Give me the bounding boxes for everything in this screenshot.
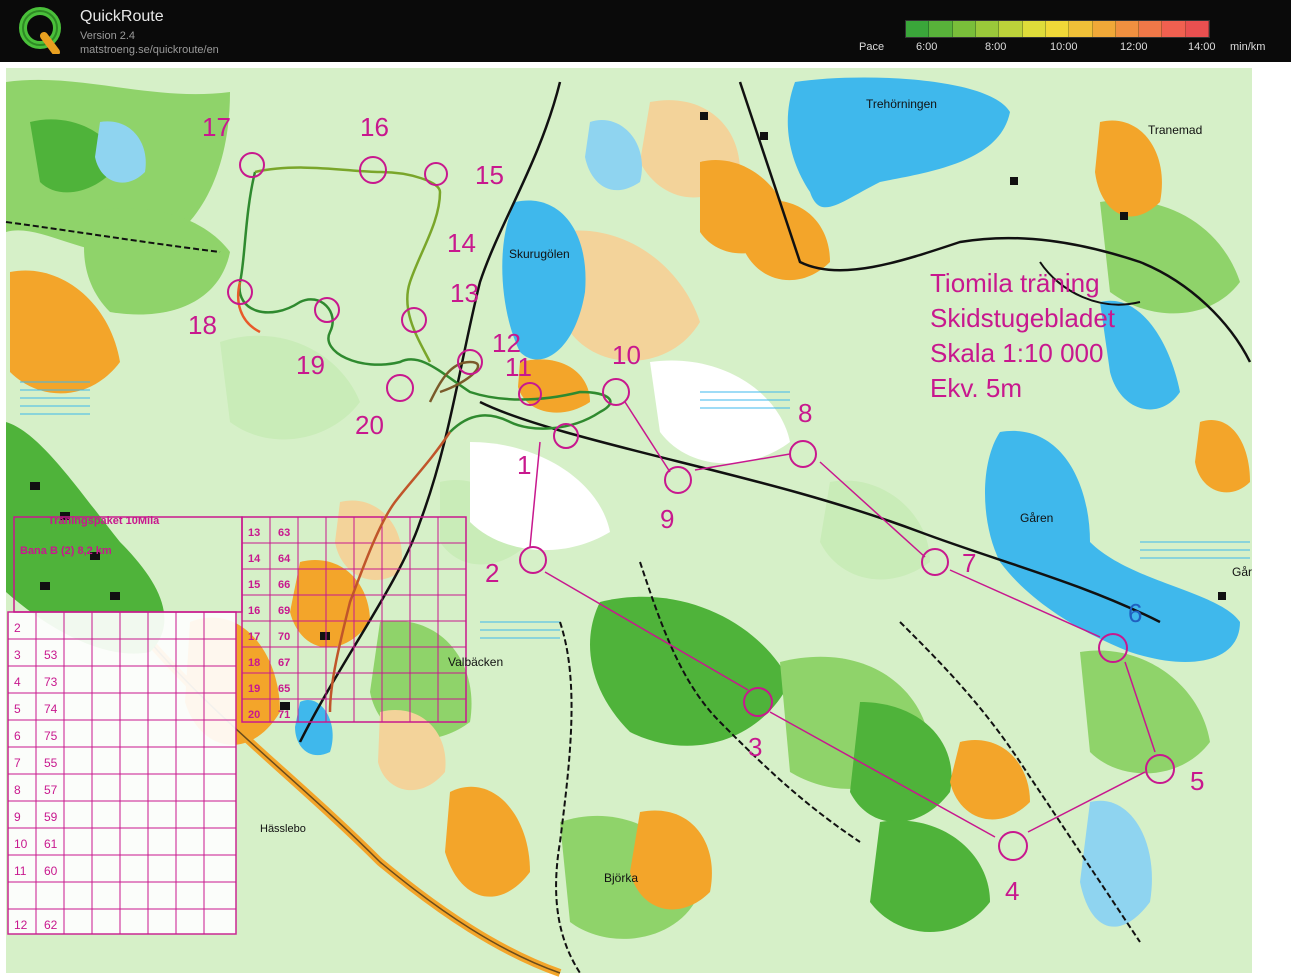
description-row-number: 17 <box>248 631 260 643</box>
control-number: 14 <box>447 228 476 258</box>
description-row-code: 55 <box>44 756 58 770</box>
description-row-number: 10 <box>14 837 28 851</box>
description-row-code: 75 <box>44 729 58 743</box>
description-row-code: 73 <box>44 675 58 689</box>
place-name: Tranemad <box>1148 123 1202 137</box>
pace-tick: 14:00 <box>1188 41 1216 53</box>
description-row-number: 19 <box>248 683 260 695</box>
description-row-number: 8 <box>14 783 21 797</box>
description-row-number: 2 <box>14 621 21 635</box>
pace-label: Pace <box>859 41 885 53</box>
description-row-code: 62 <box>44 918 58 932</box>
control-number: 8 <box>798 398 812 428</box>
control-number: 2 <box>485 558 499 588</box>
place-name: Trehörningen <box>866 97 937 111</box>
control-number: 20 <box>355 410 384 440</box>
description-row-number: 3 <box>14 648 21 662</box>
pace-color-swatch <box>975 21 1000 37</box>
quickroute-logo-icon <box>19 7 61 54</box>
description-row-number: 13 <box>248 527 260 539</box>
description-row-number: 15 <box>248 579 260 591</box>
map-title-line: Tiomila träning <box>930 268 1100 298</box>
description-row-number: 5 <box>14 702 21 716</box>
description-row-code: 57 <box>44 783 58 797</box>
description-row-number: 14 <box>248 553 261 565</box>
pace-color-swatch <box>999 21 1023 37</box>
description-row-code: 63 <box>278 527 290 539</box>
pace-color-swatch <box>1092 21 1116 37</box>
pace-color-swatch <box>1162 21 1186 37</box>
description-row-code: 71 <box>278 709 290 721</box>
app-title: QuickRoute <box>80 8 164 25</box>
control-number: 17 <box>202 112 231 142</box>
pace-color-swatch <box>1115 21 1140 37</box>
pace-color-swatch <box>1185 21 1210 37</box>
description-row-number: 18 <box>248 657 260 669</box>
place-name: Valbäcken <box>448 655 503 669</box>
control-number: 1 <box>517 450 531 480</box>
pace-tick: 12:00 <box>1120 41 1148 53</box>
description-row-number: 4 <box>14 675 21 689</box>
pace-color-swatch <box>1069 21 1093 37</box>
description-row-code: 74 <box>44 702 58 716</box>
description-row-code: 61 <box>44 837 58 851</box>
place-name: Björka <box>604 871 638 885</box>
control-number: 10 <box>612 340 641 370</box>
map-title-line: Skala 1:10 000 <box>930 338 1103 368</box>
control-number: 7 <box>962 548 976 578</box>
description-row-code: 69 <box>278 605 290 617</box>
pace-color-swatch <box>929 21 953 37</box>
pace-color-swatch <box>952 21 976 37</box>
pace-color-swatch <box>1139 21 1163 37</box>
description-row-code: 67 <box>278 657 290 669</box>
control-number: 13 <box>450 278 479 308</box>
place-name: Hässlebo <box>260 823 306 835</box>
pace-tick: 10:00 <box>1050 41 1078 53</box>
control-number: 16 <box>360 112 389 142</box>
description-row-number: 11 <box>14 864 27 878</box>
description-row-code: 65 <box>278 683 290 695</box>
description-row-code: 59 <box>44 810 58 824</box>
map-title-line: Skidstugebladet <box>930 303 1116 333</box>
description-row-number: 20 <box>248 709 260 721</box>
control-number: 18 <box>188 310 217 340</box>
map-title-line: Ekv. 5m <box>930 373 1022 403</box>
place-name: Skurugölen <box>509 247 570 261</box>
control-number: 15 <box>475 160 504 190</box>
place-name: Går <box>1232 565 1252 579</box>
control-number: 4 <box>1005 876 1019 906</box>
description-row-number: 6 <box>14 729 21 743</box>
description-subtitle: Bana B (2) 8,2 km <box>20 545 112 557</box>
pace-unit: min/km <box>1230 41 1266 53</box>
pace-color-swatch <box>1022 21 1046 37</box>
control-number: 12 <box>492 328 521 358</box>
orienteering-map[interactable]: Träningspaket 10Mila Bana B (2) 8,2 km 2… <box>0 62 1291 979</box>
app-version: Version 2.4 <box>80 30 136 42</box>
pace-tick: 6:00 <box>916 41 938 53</box>
control-number: 19 <box>296 350 325 380</box>
description-row-code: 60 <box>44 864 58 878</box>
pace-color-scale <box>905 20 1210 38</box>
description-row-number: 16 <box>248 605 260 617</box>
description-row-number: 9 <box>14 810 21 824</box>
description-row-code: 66 <box>278 579 290 591</box>
description-row-number: 7 <box>14 756 21 770</box>
description-row-code: 64 <box>278 553 291 565</box>
control-number: 6 <box>1128 598 1142 628</box>
description-row-number: 12 <box>14 918 28 932</box>
control-number: 3 <box>748 732 762 762</box>
description-row-code: 53 <box>44 648 58 662</box>
control-number: 9 <box>660 504 674 534</box>
pace-tick: 8:00 <box>985 41 1007 53</box>
pace-color-swatch <box>906 21 930 37</box>
control-number: 5 <box>1190 766 1204 796</box>
app-url[interactable]: matstroeng.se/quickroute/en <box>80 44 219 56</box>
pace-color-swatch <box>1045 21 1070 37</box>
app-header: QuickRoute Version 2.4 matstroeng.se/qui… <box>0 0 1291 62</box>
place-name: Gåren <box>1020 511 1053 525</box>
description-title: Träningspaket 10Mila <box>48 515 160 527</box>
description-row-code: 70 <box>278 631 290 643</box>
